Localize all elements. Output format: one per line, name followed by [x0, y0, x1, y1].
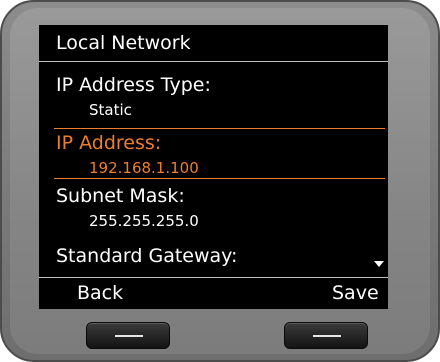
field-value: Static — [89, 101, 132, 119]
field-value: 192.168.1.100 — [89, 159, 199, 177]
field-standard-gateway[interactable]: Standard Gateway: — [39, 235, 388, 277]
screen-header: Local Network — [39, 25, 388, 62]
field-ip-address[interactable]: IP Address: 192.168.1.100 — [39, 129, 388, 179]
page-title: Local Network — [56, 32, 191, 54]
save-softkey-label[interactable]: Save — [332, 282, 379, 304]
selection-bottom-line — [54, 178, 385, 179]
softkey-bar: Back Save — [39, 277, 388, 309]
back-softkey-label[interactable]: Back — [77, 282, 123, 304]
display-screen: Local Network IP Address Type: Static IP… — [39, 25, 388, 309]
scroll-down-arrow-icon[interactable] — [374, 261, 384, 267]
left-softkey-button[interactable] — [86, 322, 170, 349]
field-label: IP Address: — [56, 132, 162, 154]
field-value: 255.255.255.0 — [89, 212, 199, 230]
field-ip-address-type[interactable]: IP Address Type: Static — [39, 67, 388, 125]
right-softkey-button[interactable] — [284, 322, 368, 349]
field-label: Standard Gateway: — [56, 245, 238, 267]
field-label: Subnet Mask: — [56, 185, 185, 207]
field-subnet-mask[interactable]: Subnet Mask: 255.255.255.0 — [39, 182, 388, 234]
dash-icon — [115, 335, 143, 337]
phone-device: Local Network IP Address Type: Static IP… — [0, 0, 440, 362]
dash-icon — [313, 335, 341, 337]
field-label: IP Address Type: — [56, 74, 211, 96]
